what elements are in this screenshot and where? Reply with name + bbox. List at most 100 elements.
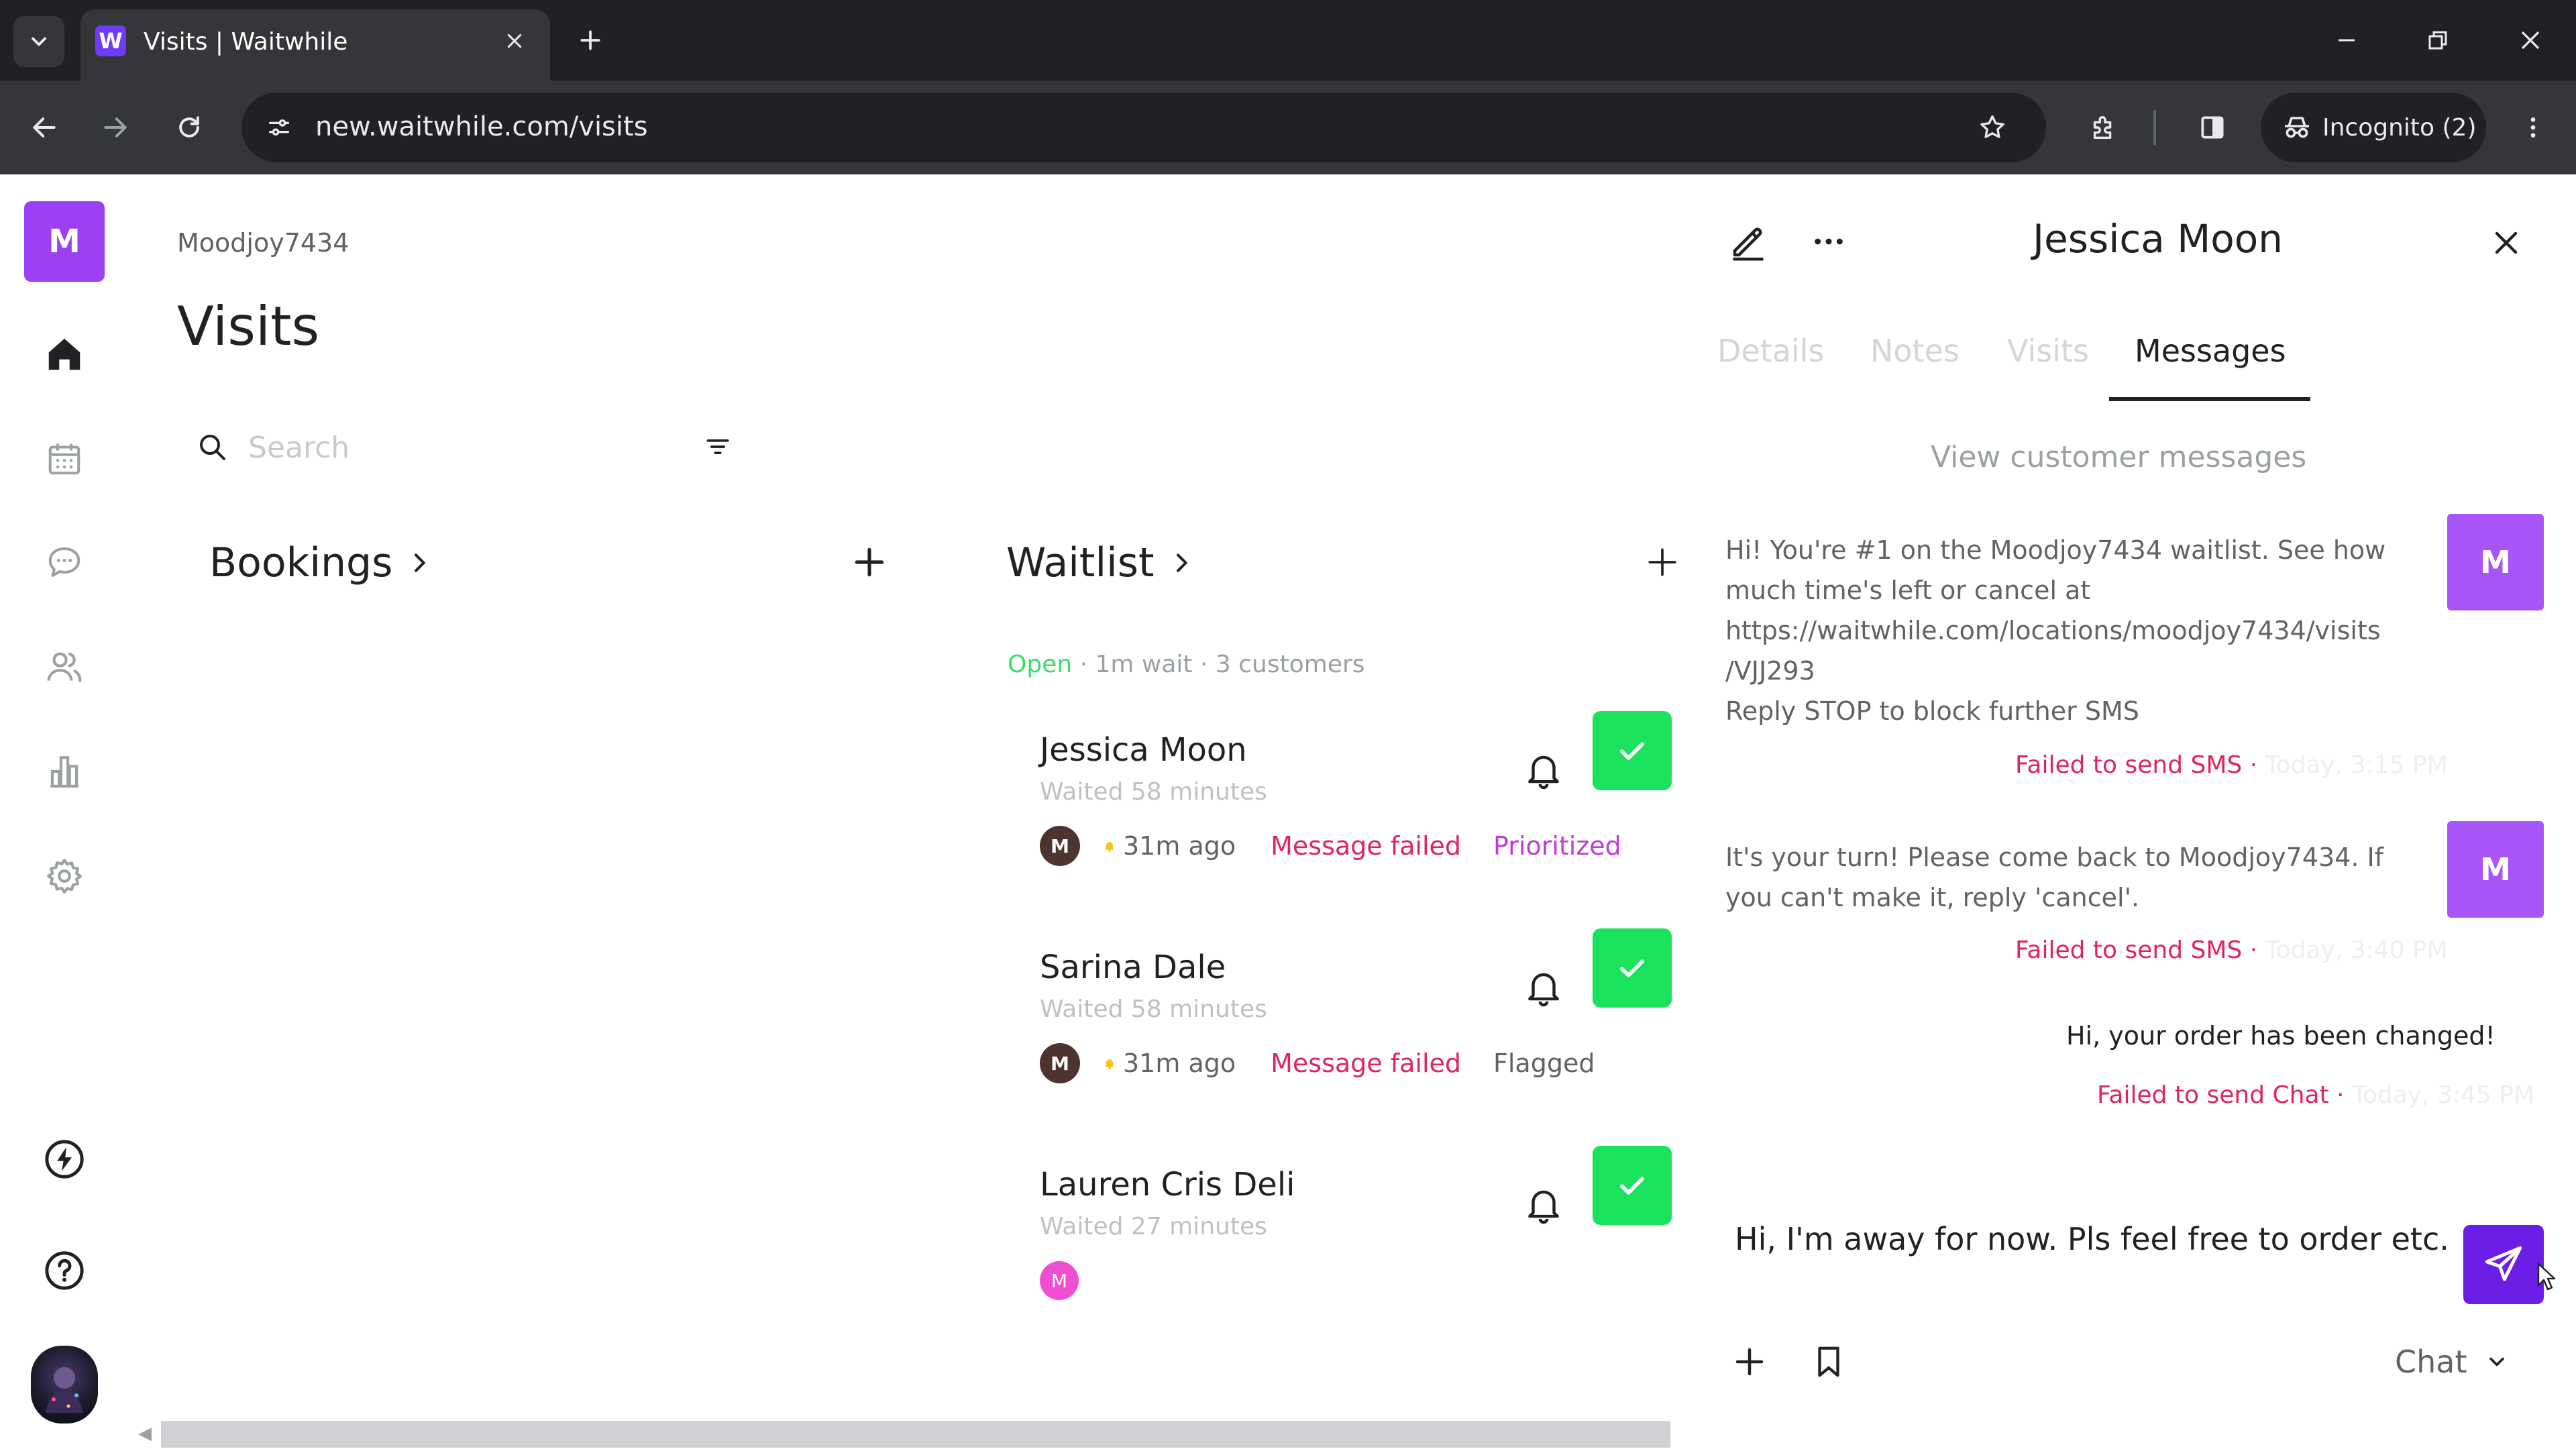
sidebar-item-home[interactable] [39,329,90,380]
outgoing-message: Hi, your order has been changed! [2066,1016,2563,1056]
close-panel-button[interactable] [2481,217,2532,268]
customers-icon [47,652,82,682]
send-icon [2485,1246,2522,1281]
minimize-icon [2339,39,2355,42]
sidebar-item-calendar[interactable] [39,433,90,484]
search-input[interactable]: Search [248,431,350,465]
outgoing-message: Hi! You're #1 on the Moodjoy7434 waitlis… [1725,530,2410,731]
waitlist-item[interactable]: Jessica Moon Waited 58 minutes M 31m ago… [1038,711,1682,932]
browser-tab[interactable]: W Visits | Waitwhile [80,9,550,80]
search-field[interactable]: Search [180,413,743,480]
waitwhile-favicon-icon: W [95,25,126,56]
url-text: new.waitwhile.com/visits [315,111,648,142]
incognito-label: Incognito (2) [2322,113,2477,142]
browser-menu-button[interactable] [2509,103,2557,152]
bell-icon [1528,973,1559,1007]
window-close-button[interactable] [2497,13,2564,67]
plus-icon [1735,1348,1764,1376]
view-customer-messages-link[interactable]: View customer messages [1931,440,2306,474]
lightning-icon [45,1140,84,1179]
bookmark-icon [1818,1346,1839,1377]
send-message-button[interactable] [2463,1225,2544,1304]
profile-photo [46,1367,83,1413]
waitlist-item[interactable]: Sarina Dale Waited 58 minutes M 31m ago … [1038,928,1682,1150]
analytics-icon [50,756,78,788]
new-tab-button[interactable] [570,20,610,60]
filter-icon [706,439,729,454]
restore-icon [2428,31,2447,50]
org-switcher-avatar[interactable]: M [24,201,105,282]
sidebar-item-analytics[interactable] [39,746,90,797]
tab-visits[interactable]: Visits [2007,333,2089,369]
calendar-icon [48,443,80,475]
serve-button[interactable] [1593,1146,1672,1225]
sidebar-item-help[interactable] [39,1245,90,1296]
waitlist-section-link[interactable]: Waitlist [1006,539,1195,586]
serve-button[interactable] [1593,928,1672,1008]
waitlist-item[interactable]: Lauren Cris Deli Waited 27 minutes M [1038,1146,1682,1367]
search-icon [200,435,225,460]
side-panel-button[interactable] [2188,103,2237,152]
user-profile-avatar[interactable] [31,1346,98,1424]
extensions-button[interactable] [2080,103,2128,152]
back-button[interactable] [20,103,68,152]
close-icon [2521,31,2540,50]
check-icon [1620,742,1644,760]
last-notified: 31m ago [1123,1049,1236,1078]
active-tab-indicator [2109,397,2310,401]
tab-search-button[interactable] [13,16,64,67]
reload-button[interactable] [165,103,213,152]
tab-notes[interactable]: Notes [1870,333,1960,369]
incognito-profile-button[interactable]: Incognito (2) [2261,93,2486,162]
notification-bell-icon [1105,842,1114,853]
filter-button[interactable] [698,427,738,467]
status-separator: · [1192,651,1216,678]
browser-tab-bar: W Visits | Waitwhile [0,0,2576,80]
customer-name: Jessica Moon [1040,731,1247,769]
notify-button[interactable] [1520,1181,1567,1228]
pencil-icon [1733,227,1764,261]
add-booking-button[interactable] [843,535,896,589]
sidebar-item-customers[interactable] [39,641,90,692]
serve-button[interactable] [1593,711,1672,790]
address-bar[interactable]: new.waitwhile.com/visits [241,93,2046,162]
tab-details[interactable]: Details [1717,333,1824,369]
channel-select[interactable]: Chat [2395,1342,2509,1382]
bookings-section-link[interactable]: Bookings [209,539,433,586]
message-link[interactable]: https://waitwhile.com/locations/moodjoy7… [1725,610,2410,651]
edit-customer-button[interactable] [1721,215,1775,268]
sender-avatar: M [2447,514,2544,610]
restore-button[interactable] [2404,13,2471,67]
waited-time: Waited 58 minutes [1040,996,1267,1023]
add-to-waitlist-button[interactable] [1635,535,1689,589]
minimize-button[interactable] [2313,13,2380,67]
notify-button[interactable] [1520,963,1567,1010]
sidebar-item-settings[interactable] [39,851,90,902]
visit-meta: M 31m ago Message failed Prioritized [1040,825,1621,867]
message-link[interactable]: /VJJ293 [1725,651,2410,691]
notify-button[interactable] [1520,746,1567,793]
staff-avatar: M [1040,1043,1080,1083]
bookmark-button[interactable] [1972,107,2012,148]
more-options-button[interactable] [1802,215,1856,268]
add-attachment-button[interactable] [1723,1335,1776,1389]
forward-button[interactable] [91,103,140,152]
horizontal-scrollbar[interactable] [161,1421,1670,1448]
tab-close-button[interactable] [496,23,533,59]
message-line: Hi, your order has been changed! [2066,1021,2496,1051]
message-timestamp: Today, 3:15 PM [2265,751,2448,779]
message-timestamp: Today, 3:45 PM [2351,1081,2535,1109]
saved-replies-button[interactable] [1802,1335,1856,1389]
settings-icon [47,859,83,894]
chevron-right-icon [415,553,426,572]
sidebar-item-whats-new[interactable] [39,1134,90,1185]
message-composer-input[interactable]: Hi, I'm away for now. Pls feel free to o… [1735,1221,2449,1257]
sidebar-item-messages[interactable] [39,537,90,588]
prioritized-tag: Prioritized [1493,831,1621,861]
message-line: Reply STOP to block further SMS [1725,696,2139,726]
scroll-left-arrow[interactable]: ◀ [138,1424,152,1444]
message-line: you can't make it, reply 'cancel'. [1725,883,2140,912]
tab-messages[interactable]: Messages [2135,333,2286,369]
site-info-button[interactable] [259,107,299,148]
star-icon [1980,115,2004,138]
